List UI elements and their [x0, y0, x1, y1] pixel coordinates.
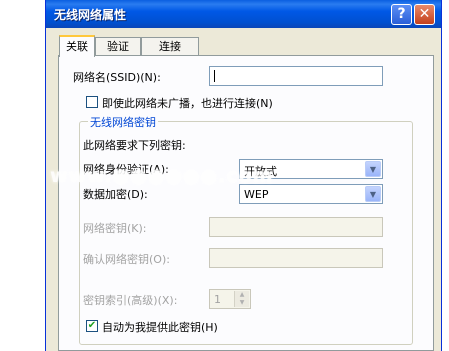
auto-key-label[interactable]: 自动为我提供此密钥(H)	[102, 319, 218, 335]
network-key-input[interactable]	[209, 217, 383, 237]
tab-authentication[interactable]: 验证	[95, 37, 141, 56]
chevron-down-icon[interactable]: ▼	[365, 186, 381, 202]
wireless-key-group-title: 无线网络密钥	[88, 114, 158, 130]
window-title: 无线网络属性	[54, 8, 127, 22]
auto-key-checkbox[interactable]: ✔	[86, 320, 98, 332]
spinner-buttons[interactable]: ▲ ▼	[234, 291, 249, 307]
encryption-selected-value: WEP	[244, 188, 269, 201]
help-button[interactable]: ?	[391, 4, 412, 25]
key-index-value: 1	[214, 293, 221, 306]
confirm-key-label: 确认网络密钥(O):	[83, 253, 170, 266]
tab-association[interactable]: 关联	[59, 35, 95, 57]
text-caret	[214, 70, 215, 82]
broadcast-label[interactable]: 即使此网络未广播，也进行连接(N)	[102, 95, 273, 111]
key-index-spinner[interactable]: 1 ▲ ▼	[209, 289, 251, 309]
tab-panel: 网络名(SSID)(N): 即使此网络未广播，也进行连接(N) 无线网络密钥 此…	[58, 55, 434, 351]
encryption-dropdown[interactable]: WEP ▼	[239, 184, 383, 204]
close-button[interactable]: ✕	[414, 4, 435, 25]
ssid-input[interactable]	[209, 66, 383, 86]
watermark: www.●●●●●●.com	[50, 165, 274, 187]
chevron-down-icon[interactable]: ▼	[365, 161, 381, 177]
confirm-key-input[interactable]	[209, 248, 383, 268]
encryption-label: 数据加密(D):	[83, 188, 148, 201]
broadcast-checkbox[interactable]	[86, 96, 98, 108]
network-key-label: 网络密钥(K):	[83, 222, 147, 235]
tab-connection[interactable]: 连接	[141, 37, 199, 56]
spin-up-icon[interactable]: ▲	[235, 291, 249, 299]
title-bar[interactable]: 无线网络属性 ? ✕	[46, 0, 441, 28]
ssid-label: 网络名(SSID)(N):	[73, 71, 161, 84]
spin-down-icon[interactable]: ▼	[235, 299, 249, 307]
key-intro-text: 此网络要求下列密钥:	[83, 139, 186, 152]
key-index-label: 密钥索引(高级)(X):	[83, 294, 178, 307]
